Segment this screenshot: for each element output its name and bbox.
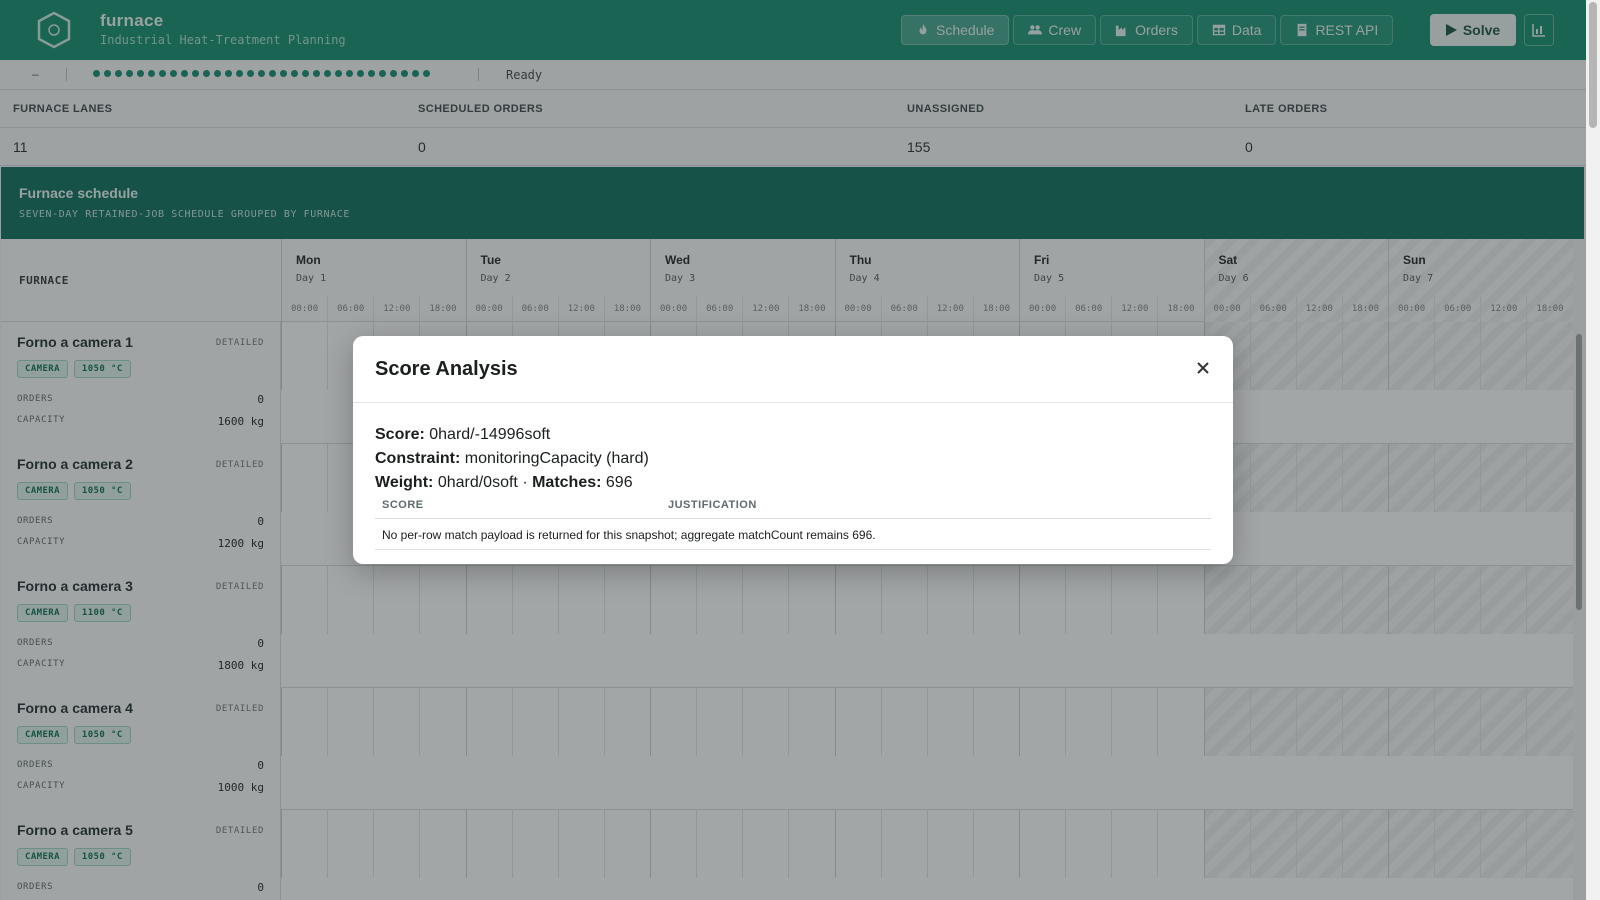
constraint-line: Constraint: monitoringCapacity (hard)	[375, 450, 649, 468]
constraint-value: monitoringCapacity (hard)	[464, 450, 649, 467]
table-header-score: SCORE	[382, 499, 424, 511]
modal-divider	[353, 402, 1233, 403]
score-analysis-modal: Score Analysis Score: 0hard/-14996soft C…	[353, 336, 1233, 564]
close-icon[interactable]	[1195, 360, 1211, 376]
score-line: Score: 0hard/-14996soft	[375, 426, 550, 444]
table-row: No per-row match payload is returned for…	[382, 528, 876, 542]
weight-label: Weight:	[375, 474, 434, 491]
matches-label: Matches:	[532, 474, 602, 491]
constraint-label: Constraint:	[375, 450, 461, 467]
page-scrollbar[interactable]	[1586, 0, 1600, 900]
scroll-thumb[interactable]	[1589, 2, 1597, 128]
table-header-justification: JUSTIFICATION	[668, 499, 757, 511]
matches-value: 696	[605, 474, 633, 491]
table-divider	[375, 549, 1211, 550]
weight-line: Weight: 0hard/0soft · Matches: 696	[375, 474, 633, 492]
score-label: Score:	[375, 426, 425, 443]
modal-title: Score Analysis	[375, 358, 518, 380]
table-divider	[375, 518, 1211, 519]
weight-value: 0hard/0soft ·	[437, 474, 528, 491]
score-value: 0hard/-14996soft	[429, 426, 551, 443]
